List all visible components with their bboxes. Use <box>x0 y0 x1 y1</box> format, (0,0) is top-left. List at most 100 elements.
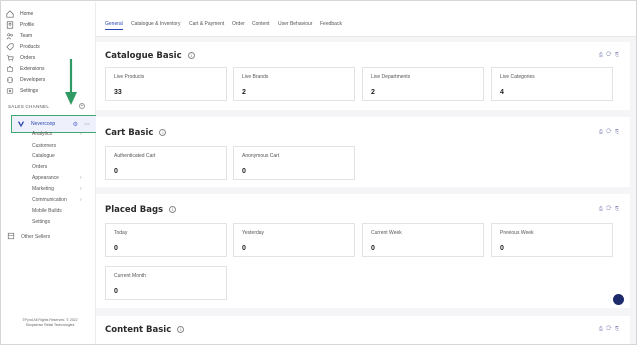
sidebar-subitem-appearance[interactable]: Appearance › <box>32 175 82 181</box>
sales-channel-nevercoop[interactable]: Nevercoop ⚙ ⋯ <box>11 115 97 133</box>
store-icon <box>7 232 15 242</box>
sidebar-subitem-analytics[interactable]: Analytics › <box>32 131 82 137</box>
footer-company: Shopsense Retail Technologies <box>25 323 75 327</box>
stat-value: 0 <box>371 245 375 252</box>
stat-label: Today <box>114 230 128 236</box>
stat-card: Previous Week 0 <box>491 223 613 257</box>
sidebar-item-label: Other Sellers <box>21 234 51 240</box>
stat-label: Yesterday <box>242 230 265 236</box>
placed-bags-panel: Placed Bags i ⎙ ⟳ ⎘ Today 0 Yesterday 0 Cur… <box>96 194 630 308</box>
panel-tools-icons[interactable]: ⎙ ⟳ ⎘ <box>599 206 620 212</box>
stat-label: Previous Week <box>500 230 534 236</box>
sidebar-item-developers[interactable]: Developers <box>6 75 45 85</box>
help-chat-icon[interactable] <box>613 294 624 305</box>
stat-label: Anonymous Cart <box>242 153 280 159</box>
panel-title-text: Placed Bags <box>105 205 164 215</box>
panel-tools-icons[interactable]: ⎙ ⟳ ⎘ <box>599 326 620 332</box>
panel-title-text: Cart Basic <box>105 128 154 138</box>
sidebar-subitem-settings[interactable]: Settings <box>32 219 50 225</box>
cart-basic-panel: Cart Basic i ⎙ ⟳ ⎘ Authenticated Cart 0 An… <box>96 117 630 187</box>
tab-catalogue-inventory[interactable]: Catalogue & Inventory <box>131 21 180 27</box>
sidebar-subitem-communication[interactable]: Communication › <box>32 197 82 203</box>
sidebar-item-label: Extensions <box>20 66 45 72</box>
info-icon[interactable]: i <box>159 129 167 136</box>
info-icon[interactable]: i <box>177 326 185 333</box>
sidebar-item-label: Settings <box>20 88 39 94</box>
tag-icon <box>6 43 14 51</box>
tab-user-behaviour[interactable]: User Behaviour <box>278 21 312 27</box>
stat-card: Today 0 <box>105 223 227 257</box>
panel-title-text: Catalogue Basic <box>105 51 182 61</box>
panel-title-text: Content Basic <box>105 325 172 335</box>
sidebar-item-label: Profile <box>20 22 35 28</box>
sidebar: Home Profile Team Products Orders Extens… <box>2 2 97 344</box>
panel-tools-icons[interactable]: ⎙ ⟳ ⎘ <box>599 52 620 58</box>
stat-label: Live Departments <box>371 74 411 80</box>
gear-icon[interactable]: ⚙ <box>73 121 78 128</box>
stat-card: Live Departments 2 <box>362 67 484 101</box>
tab-content[interactable]: Content <box>252 21 270 27</box>
stat-label: Current Week <box>371 230 402 236</box>
chevron-right-icon: › <box>80 175 82 181</box>
sidebar-subitem-marketing[interactable]: Marketing › <box>32 186 82 192</box>
stat-label: Live Brands <box>242 74 269 80</box>
channel-logo-icon <box>17 121 25 128</box>
tab-general[interactable]: General <box>105 21 123 30</box>
tab-order[interactable]: Order <box>232 21 245 27</box>
sidebar-item-products[interactable]: Products <box>6 42 40 52</box>
info-icon[interactable]: i <box>169 206 177 213</box>
sidebar-item-other-sellers[interactable]: Other Sellers <box>7 232 50 242</box>
gear-icon <box>6 87 14 95</box>
subitem-label: Communication <box>32 197 67 203</box>
sidebar-item-home[interactable]: Home <box>6 9 33 19</box>
channel-label: Nevercoop <box>31 121 56 127</box>
content-basic-panel: Content Basic i ⎙ ⟳ ⎘ <box>96 316 630 344</box>
add-channel-icon[interactable]: + <box>79 103 85 109</box>
more-options-icon[interactable]: ⋯ <box>84 121 90 128</box>
sidebar-item-team[interactable]: Team <box>6 31 32 41</box>
annotation-arrow <box>65 59 77 105</box>
tab-cart-payment[interactable]: Cart & Payment <box>189 21 224 27</box>
panel-title: Catalogue Basic i <box>105 51 195 61</box>
panel-tools-icons[interactable]: ⎙ ⟳ ⎘ <box>599 129 620 135</box>
sidebar-subitem-mobile-builds[interactable]: Mobile Builds <box>32 208 62 214</box>
sidebar-subitem-orders[interactable]: Orders <box>32 164 47 170</box>
panel-title: Content Basic i <box>105 325 185 335</box>
catalogue-basic-panel: Catalogue Basic i ⎙ ⟳ ⎘ Live Products 33 L… <box>96 42 630 110</box>
sidebar-item-label: Team <box>20 33 33 39</box>
panel-title: Cart Basic i <box>105 128 167 138</box>
home-icon <box>6 10 14 18</box>
sidebar-subitem-catalogue[interactable]: Catalogue <box>32 153 55 159</box>
stat-card: Authenticated Cart 0 <box>105 146 227 180</box>
stat-card: Live Brands 2 <box>233 67 355 101</box>
stat-card: Current Week 0 <box>362 223 484 257</box>
stat-value: 0 <box>500 245 504 252</box>
subitem-label: Appearance <box>32 175 59 181</box>
sidebar-item-label: Orders <box>20 55 36 61</box>
chevron-right-icon: › <box>80 197 82 203</box>
stat-label: Live Products <box>114 74 145 80</box>
main-content: General Catalogue & Inventory Cart & Pay… <box>96 2 636 344</box>
code-icon <box>6 76 14 84</box>
footer: ©Fynd All Rights Reserved. © 2022 Shopse… <box>16 318 84 328</box>
sidebar-item-label: Products <box>20 44 40 50</box>
stat-label: Live Categories <box>500 74 535 80</box>
tab-feedback[interactable]: Feedback <box>320 21 342 27</box>
stat-card: Live Products 33 <box>105 67 227 101</box>
tab-bar: General Catalogue & Inventory Cart & Pay… <box>96 2 636 37</box>
sidebar-item-profile[interactable]: Profile <box>6 20 34 30</box>
stat-value: 0 <box>114 288 118 295</box>
stat-label: Authenticated Cart <box>114 153 156 159</box>
sidebar-item-settings[interactable]: Settings <box>6 86 38 96</box>
sidebar-item-extensions[interactable]: Extensions <box>6 64 44 74</box>
profile-icon <box>6 21 14 29</box>
cart-icon <box>6 54 14 62</box>
sidebar-subitem-customers[interactable]: Customers <box>32 143 56 149</box>
subitem-label: Catalogue <box>32 153 55 159</box>
stat-value: 2 <box>242 89 246 96</box>
stat-label: Current Month <box>114 273 146 279</box>
section-label: SALES CHANNEL <box>8 104 50 109</box>
info-icon[interactable]: i <box>187 52 195 59</box>
sidebar-item-orders[interactable]: Orders <box>6 53 35 63</box>
stat-card: Current Month 0 <box>105 266 227 300</box>
